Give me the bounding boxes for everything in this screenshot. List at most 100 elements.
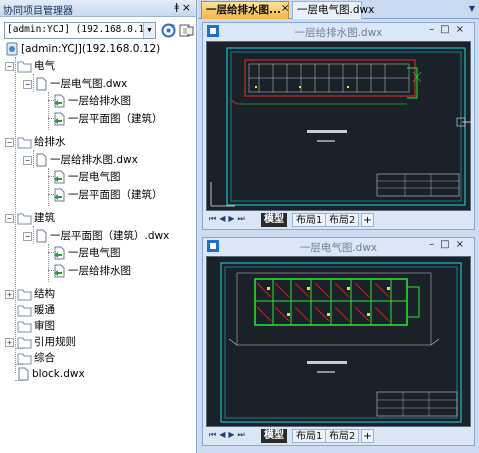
tree-label: 一层电气图 xyxy=(68,247,121,259)
tree-label: 暖通 xyxy=(34,304,55,316)
cad-canvas[interactable] xyxy=(206,256,471,427)
window-titlebar: 一层电气图.dwx –□× xyxy=(203,238,474,255)
tree-ref-item[interactable]: 一层平面图（建筑） xyxy=(53,111,163,127)
refresh-icon[interactable] xyxy=(160,22,177,39)
tree-label: 引用规则 xyxy=(34,336,76,348)
layout-nav-icons[interactable]: ⏮◀▶⏭ xyxy=(209,214,248,224)
tree-folder-hvac[interactable]: 暖通 xyxy=(5,302,55,318)
drawing-window-electrical: 一层电气图.dwx –□× ⏮◀▶⏭ 模型 布局1 布局2 + xyxy=(202,237,475,446)
server-icon xyxy=(6,42,18,56)
expand-icon[interactable]: + xyxy=(5,289,14,299)
tab-label: 一层电气图.dwx xyxy=(297,4,375,16)
reference-document-icon xyxy=(54,264,65,278)
add-layout-button[interactable]: + xyxy=(361,429,374,443)
tree-folder-general[interactable]: 综合 xyxy=(5,350,55,366)
add-layout-button[interactable]: + xyxy=(361,213,374,227)
drawing-window-plumbing: 一层给排水图.dwx –□× ⏮◀▶⏭ 模型 布局1 布局2 + xyxy=(202,22,475,230)
chevron-down-icon[interactable]: ▼ xyxy=(143,23,155,38)
layout-tab-2[interactable]: 布局2 xyxy=(325,213,360,227)
minimize-icon[interactable]: – xyxy=(429,239,440,250)
project-tree: [admin:YCJ](192.168.0.12) − 电气 − 一层电气图.d… xyxy=(0,40,196,453)
document-icon xyxy=(18,367,29,381)
close-tab-icon[interactable]: × xyxy=(281,3,289,14)
folder-icon xyxy=(17,337,32,348)
document-icon xyxy=(36,77,47,91)
folder-icon xyxy=(17,353,32,364)
tree-folder-structure[interactable]: + 结构 xyxy=(5,286,55,302)
close-icon[interactable]: × xyxy=(456,24,470,35)
tree-label: block.dwx xyxy=(32,368,85,380)
tree-folder-architecture[interactable]: − 建筑 xyxy=(5,210,55,226)
tab-label: 一层给排水图... xyxy=(206,4,281,16)
tree-folder-electrical[interactable]: − 电气 xyxy=(5,58,55,74)
tree-ref-item[interactable]: 一层平面图（建筑） xyxy=(53,187,163,203)
tree-drawing-architecture[interactable]: − 一层平面图（建筑）.dwx xyxy=(23,228,169,244)
tree-ref-item[interactable]: 一层电气图 xyxy=(53,245,121,261)
minimize-icon[interactable]: – xyxy=(429,24,440,35)
tree-folder-plumbing[interactable]: − 给排水 xyxy=(5,134,66,150)
layout-tab-model[interactable]: 模型 xyxy=(261,213,287,227)
server-toolbar: [admin:YCJ] (192.168.0.12) ▼ xyxy=(2,21,194,41)
tree-label: 一层平面图（建筑）.dwx xyxy=(50,230,170,242)
server-select-value: [admin:YCJ] (192.168.0.12) xyxy=(7,24,156,35)
tree-drawing-electrical[interactable]: − 一层电气图.dwx xyxy=(23,76,127,92)
tree-label: 给排水 xyxy=(34,136,66,148)
layout-tab-2[interactable]: 布局2 xyxy=(325,429,360,443)
folder-open-icon xyxy=(17,61,32,72)
window-titlebar: 一层给排水图.dwx –□× xyxy=(203,23,474,40)
layout-tab-1[interactable]: 布局1 xyxy=(292,213,327,227)
tree-ref-item[interactable]: 一层给排水图 xyxy=(53,93,131,109)
collapse-icon[interactable]: − xyxy=(5,61,14,71)
maximize-icon[interactable]: □ xyxy=(440,239,455,250)
tab-list-dropdown-icon[interactable]: ▼ xyxy=(469,4,475,13)
pin-icon[interactable]: ǂ xyxy=(174,2,179,13)
tree-label: 一层给排水图 xyxy=(68,95,131,107)
close-icon[interactable]: × xyxy=(456,239,470,250)
tree-label: 结构 xyxy=(34,288,55,300)
project-manager-panel: 协同项目管理器 ǂ × [admin:YCJ] (192.168.0.12) ▼ xyxy=(0,0,197,453)
layout-tabbar: ⏮◀▶⏭ 模型 布局1 布局2 + xyxy=(206,429,471,444)
tree-ref-item[interactable]: 一层电气图 xyxy=(53,169,121,185)
folder-open-icon xyxy=(17,137,32,148)
document-icon xyxy=(36,229,47,243)
folder-icon xyxy=(17,289,32,300)
tree-ref-item[interactable]: 一层给排水图 xyxy=(53,263,131,279)
layout-tab-model[interactable]: 模型 xyxy=(261,429,287,443)
collapse-icon[interactable]: − xyxy=(23,79,32,89)
sync-icon[interactable] xyxy=(178,22,195,39)
document-area: 一层给排水图... × 一层电气图.dwx ▼ 一层给排水图.dwx –□× ⏮… xyxy=(198,0,479,453)
layout-nav-icons[interactable]: ⏮◀▶⏭ xyxy=(209,430,248,440)
tree-label: 电气 xyxy=(34,60,55,72)
tree-label: 一层平面图（建筑） xyxy=(68,113,163,125)
close-icon[interactable]: × xyxy=(182,1,191,14)
tab-plumbing-drawing[interactable]: 一层给排水图... xyxy=(201,1,289,19)
tree-label: 建筑 xyxy=(34,212,55,224)
reference-document-icon xyxy=(54,170,65,184)
tree-drawing-plumbing[interactable]: − 一层给排水图.dwx xyxy=(23,152,138,168)
collapse-icon[interactable]: − xyxy=(23,155,32,165)
collapse-icon[interactable]: − xyxy=(23,231,32,241)
tree-file-block[interactable]: block.dwx xyxy=(5,366,85,382)
collapse-icon[interactable]: − xyxy=(5,137,14,147)
tree-label: 一层电气图 xyxy=(68,171,121,183)
expand-icon[interactable]: + xyxy=(5,337,14,347)
layout-tab-1[interactable]: 布局1 xyxy=(292,429,327,443)
tree-folder-review[interactable]: 审图 xyxy=(5,318,55,334)
tree-root[interactable]: [admin:YCJ](192.168.0.12) xyxy=(5,41,160,57)
tree-label: 一层电气图.dwx xyxy=(50,78,128,90)
server-select[interactable]: [admin:YCJ] (192.168.0.12) ▼ xyxy=(4,22,156,39)
tree-root-label: [admin:YCJ](192.168.0.12) xyxy=(21,43,161,55)
tree-folder-reference-rules[interactable]: + 引用规则 xyxy=(5,334,76,350)
tree-label: 审图 xyxy=(34,320,55,332)
cad-canvas[interactable] xyxy=(206,41,472,211)
folder-open-icon xyxy=(17,213,32,224)
reference-document-icon xyxy=(54,94,65,108)
tab-electrical-drawing[interactable]: 一层电气图.dwx xyxy=(292,1,374,19)
collapse-icon[interactable]: − xyxy=(5,213,14,223)
electrical-drawing xyxy=(220,262,462,423)
maximize-icon[interactable]: □ xyxy=(440,24,455,35)
plumbing-drawing xyxy=(210,47,472,207)
panel-header: 协同项目管理器 ǂ × xyxy=(0,0,196,17)
tree-label: 综合 xyxy=(34,352,55,364)
layout-tabbar: ⏮◀▶⏭ 模型 布局1 布局2 + xyxy=(206,213,471,228)
